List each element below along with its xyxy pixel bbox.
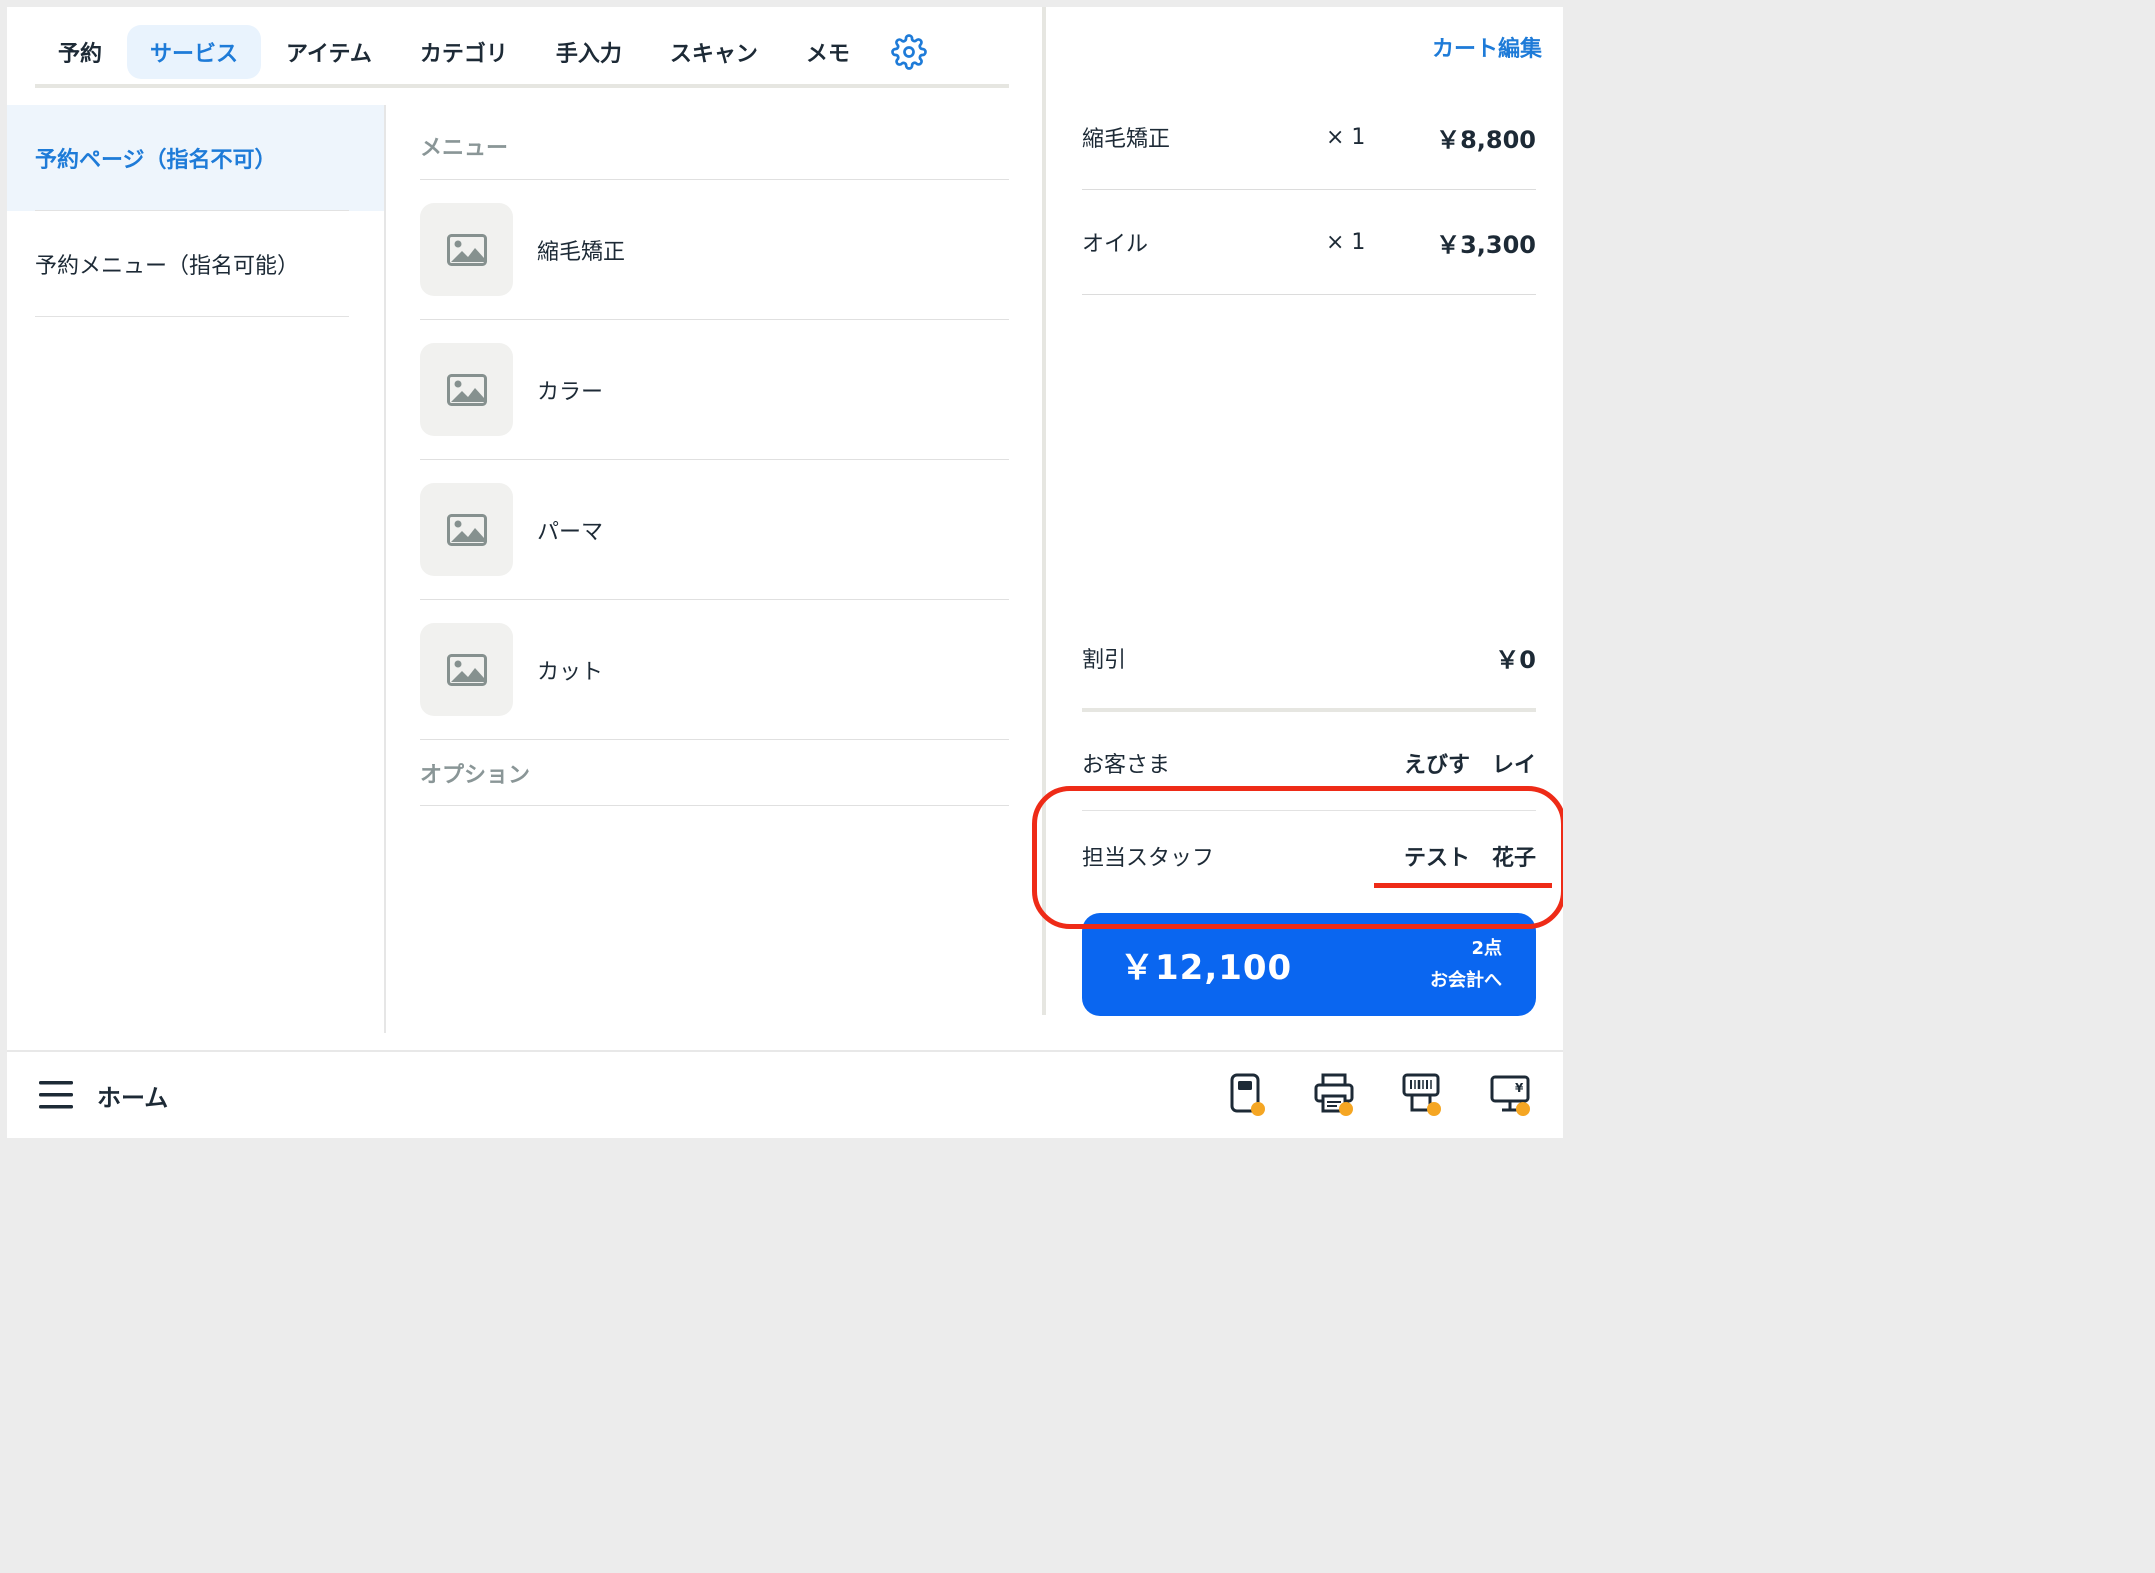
home-menu-button[interactable]: ホーム	[39, 1078, 168, 1113]
card-reader-icon[interactable]	[1225, 1072, 1271, 1118]
checkout-meta: 2点 お会計へ	[1430, 933, 1502, 997]
svg-text:¥: ¥	[1515, 1081, 1524, 1095]
product-name: カラー	[537, 379, 604, 405]
product-item[interactable]: カラー	[420, 320, 1009, 460]
product-name: パーマ	[537, 519, 604, 545]
sidebar-item-reservation-page[interactable]: 予約ページ（指名不可）	[7, 105, 384, 211]
hamburger-menu-icon	[39, 1081, 73, 1109]
top-tab-bar: 予約 サービス アイテム カテゴリ 手入力 スキャン メモ	[35, 19, 1009, 85]
barcode-printer-icon[interactable]	[1401, 1072, 1447, 1118]
cart-line-item[interactable]: オイル × 1 ￥3,300	[1082, 190, 1536, 295]
product-name: 縮毛矯正	[537, 239, 626, 265]
discount-label: 割引	[1082, 647, 1127, 673]
product-item[interactable]: カット	[420, 600, 1009, 740]
gear-icon[interactable]	[885, 25, 933, 79]
product-item[interactable]: パーマ	[420, 460, 1009, 600]
cart-divider	[1042, 7, 1046, 1015]
tab-scan[interactable]: スキャン	[647, 25, 781, 79]
menu-section-header: メニュー	[420, 105, 1009, 180]
sidebar-item-reservation-menu[interactable]: 予約メニュー（指名可能）	[7, 211, 384, 317]
customer-label: お客さま	[1082, 752, 1171, 778]
pos-app: 予約 サービス アイテム カテゴリ 手入力 スキャン メモ 予約ページ（指名不可…	[7, 7, 1563, 1138]
cart-item-qty: × 1	[1326, 229, 1366, 255]
cart-item-name: オイル	[1082, 232, 1149, 257]
cart-panel: カート編集 縮毛矯正 × 1 ￥8,800 オイル × 1 ￥3,300 割引 …	[1082, 7, 1542, 1047]
receipt-printer-icon[interactable]	[1313, 1072, 1359, 1118]
tab-category[interactable]: カテゴリ	[397, 25, 531, 79]
staff-label: 担当スタッフ	[1082, 846, 1215, 871]
cart-item-qty: × 1	[1326, 124, 1366, 150]
tab-item[interactable]: アイテム	[263, 25, 395, 79]
discount-row[interactable]: 割引 ￥0	[1082, 607, 1536, 712]
sidebar-item-label: 予約ページ（指名不可）	[35, 148, 277, 173]
cart-item-price: ￥3,300	[1436, 230, 1536, 259]
cart-item-price: ￥8,800	[1436, 125, 1536, 154]
image-placeholder-icon	[420, 623, 513, 716]
cart-line-item[interactable]: 縮毛矯正 × 1 ￥8,800	[1082, 85, 1536, 190]
sidebar-item-label: 予約メニュー（指名可能）	[35, 254, 300, 279]
tab-manual-input[interactable]: 手入力	[533, 25, 645, 79]
image-placeholder-icon	[420, 483, 513, 576]
customer-name: えびす レイ	[1403, 752, 1536, 778]
product-name: カット	[537, 659, 604, 685]
checkout-label: お会計へ	[1430, 969, 1502, 991]
customer-display-icon[interactable]: ¥	[1489, 1072, 1535, 1118]
staff-name: テスト 花子	[1403, 846, 1536, 871]
customer-row[interactable]: お客さま えびす レイ	[1082, 715, 1536, 811]
image-placeholder-icon	[420, 203, 513, 296]
image-placeholder-icon	[420, 343, 513, 436]
home-label: ホーム	[97, 1083, 169, 1112]
discount-value: ￥0	[1495, 646, 1536, 674]
checkout-button[interactable]: ￥12,100 2点 お会計へ	[1082, 913, 1536, 1016]
tab-bar-divider	[35, 84, 1009, 88]
product-list: メニュー 縮毛矯正 カラー パーマ カット オプション	[420, 105, 1009, 806]
sidebar-divider	[384, 105, 386, 1033]
tab-memo[interactable]: メモ	[783, 25, 873, 79]
staff-row[interactable]: 担当スタッフ テスト 花子	[1082, 811, 1536, 901]
option-section-header: オプション	[420, 740, 1009, 806]
category-sidebar: 予約ページ（指名不可） 予約メニュー（指名可能）	[7, 105, 384, 1040]
cart-item-name: 縮毛矯正	[1082, 127, 1171, 152]
checkout-total: ￥12,100	[1120, 948, 1293, 988]
tab-reservation[interactable]: 予約	[35, 25, 125, 79]
product-item[interactable]: 縮毛矯正	[420, 180, 1009, 320]
device-status-icons: ¥	[1225, 1072, 1535, 1118]
checkout-item-count: 2点	[1471, 937, 1502, 959]
tab-service[interactable]: サービス	[127, 25, 262, 79]
bottom-bar: ホーム ¥	[7, 1050, 1563, 1138]
cart-edit-button[interactable]: カート編集	[1432, 31, 1542, 63]
